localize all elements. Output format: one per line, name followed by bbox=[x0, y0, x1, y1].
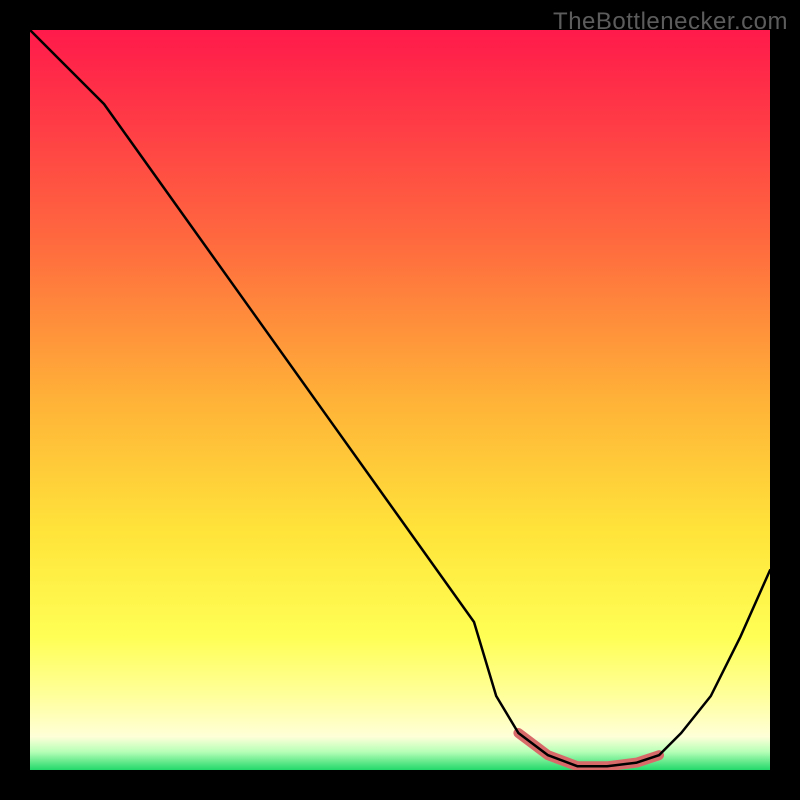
plot-area bbox=[30, 30, 770, 770]
gradient-background bbox=[30, 30, 770, 770]
chart-svg bbox=[30, 30, 770, 770]
chart-container: TheBottlenecker.com bbox=[0, 0, 800, 800]
watermark-text: TheBottlenecker.com bbox=[553, 8, 788, 36]
